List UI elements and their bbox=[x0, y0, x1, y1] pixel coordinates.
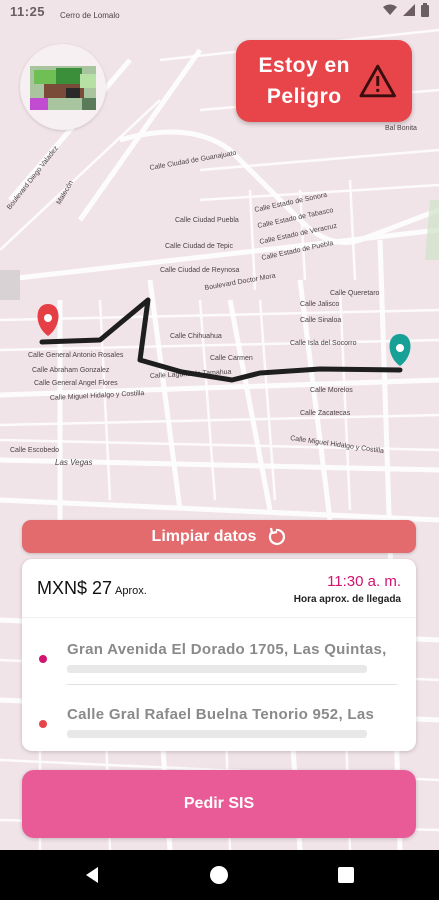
destination-row[interactable]: Calle Gral Rafael Buelna Tenorio 952, La… bbox=[22, 704, 416, 744]
map-label: Calle Queretaro bbox=[330, 290, 380, 297]
map-label: Calle General Antonio Rosales bbox=[28, 352, 124, 359]
panic-button-label: Estoy en Peligro bbox=[258, 54, 351, 108]
clear-data-button[interactable]: Limpiar datos bbox=[22, 520, 416, 553]
eta-time: 11:30 a. m. bbox=[327, 573, 401, 590]
destination-pin-icon[interactable] bbox=[389, 334, 411, 366]
origin-pin-icon[interactable] bbox=[37, 304, 59, 336]
home-icon[interactable] bbox=[208, 864, 230, 886]
price: MXN$ 27 Aprox. bbox=[37, 578, 147, 599]
price-value: MXN$ 27 bbox=[37, 578, 113, 598]
map-label: Calle Morelos bbox=[310, 387, 353, 394]
status-icons bbox=[383, 3, 429, 17]
system-nav-bar bbox=[0, 850, 439, 900]
map-label: Calle Jalisco bbox=[300, 301, 339, 308]
clear-data-label: Limpiar datos bbox=[151, 527, 257, 545]
map-label: Calle Carmen bbox=[210, 355, 253, 362]
map-label: Calle Isla del Socorro bbox=[290, 340, 357, 347]
refresh-icon bbox=[269, 527, 286, 545]
map-label: Malecón bbox=[56, 179, 75, 206]
signal-icon bbox=[403, 4, 415, 16]
request-sis-button[interactable]: Pedir SIS bbox=[22, 770, 416, 838]
avatar-image bbox=[30, 66, 96, 110]
wifi-icon bbox=[383, 4, 397, 15]
battery-icon bbox=[421, 3, 429, 17]
avatar[interactable] bbox=[20, 44, 106, 130]
map-label: Calle Abraham Gonzalez bbox=[32, 367, 110, 374]
map-label: Bal Bonita bbox=[385, 125, 417, 132]
origin-row[interactable]: Gran Avenida El Dorado 1705, Las Quintas… bbox=[22, 639, 416, 679]
status-time: 11:25 bbox=[10, 4, 46, 19]
map-label: Calle Sinaloa bbox=[300, 317, 341, 324]
map-label: Calle Miguel Hidalgo y Costilla bbox=[290, 435, 385, 455]
request-sis-label: Pedir SIS bbox=[183, 795, 255, 812]
panic-button[interactable]: Estoy en Peligro bbox=[236, 40, 412, 122]
warning-triangle-icon bbox=[359, 64, 396, 98]
address-divider bbox=[67, 684, 397, 685]
map-label: Calle Ciudad de Reynosa bbox=[160, 267, 239, 274]
origin-address-overflow bbox=[67, 665, 367, 673]
map-label: Calle Chihuahua bbox=[170, 333, 222, 340]
card-header-divider bbox=[22, 617, 416, 618]
origin-address: Gran Avenida El Dorado 1705, Las Quintas… bbox=[67, 641, 387, 658]
map-label: Calle Ciudad de Tepic bbox=[165, 243, 233, 250]
back-icon[interactable] bbox=[82, 864, 104, 886]
destination-address-overflow bbox=[67, 730, 367, 738]
map-label: Calle Zacatecas bbox=[300, 410, 351, 417]
trip-card: MXN$ 27 Aprox. 11:30 a. m. Hora aprox. de… bbox=[22, 559, 416, 751]
destination-address: Calle Gral Rafael Buelna Tenorio 952, La… bbox=[67, 706, 375, 723]
map-label: Calle Escobedo bbox=[10, 447, 59, 454]
status-bar: 11:25 bbox=[0, 0, 439, 24]
eta-label: Hora aprox. de llegada bbox=[293, 594, 401, 605]
map-label: Las Vegas bbox=[55, 458, 93, 467]
destination-dot bbox=[39, 720, 47, 728]
recents-icon[interactable] bbox=[335, 864, 357, 886]
origin-dot bbox=[39, 655, 47, 663]
map-label: Calle General Angel Flores bbox=[34, 380, 118, 387]
map-label: Boulevard Doctor Mora bbox=[204, 273, 276, 292]
price-note: Aprox. bbox=[115, 585, 147, 597]
map-label: Calle Ciudad Puebla bbox=[175, 217, 239, 224]
